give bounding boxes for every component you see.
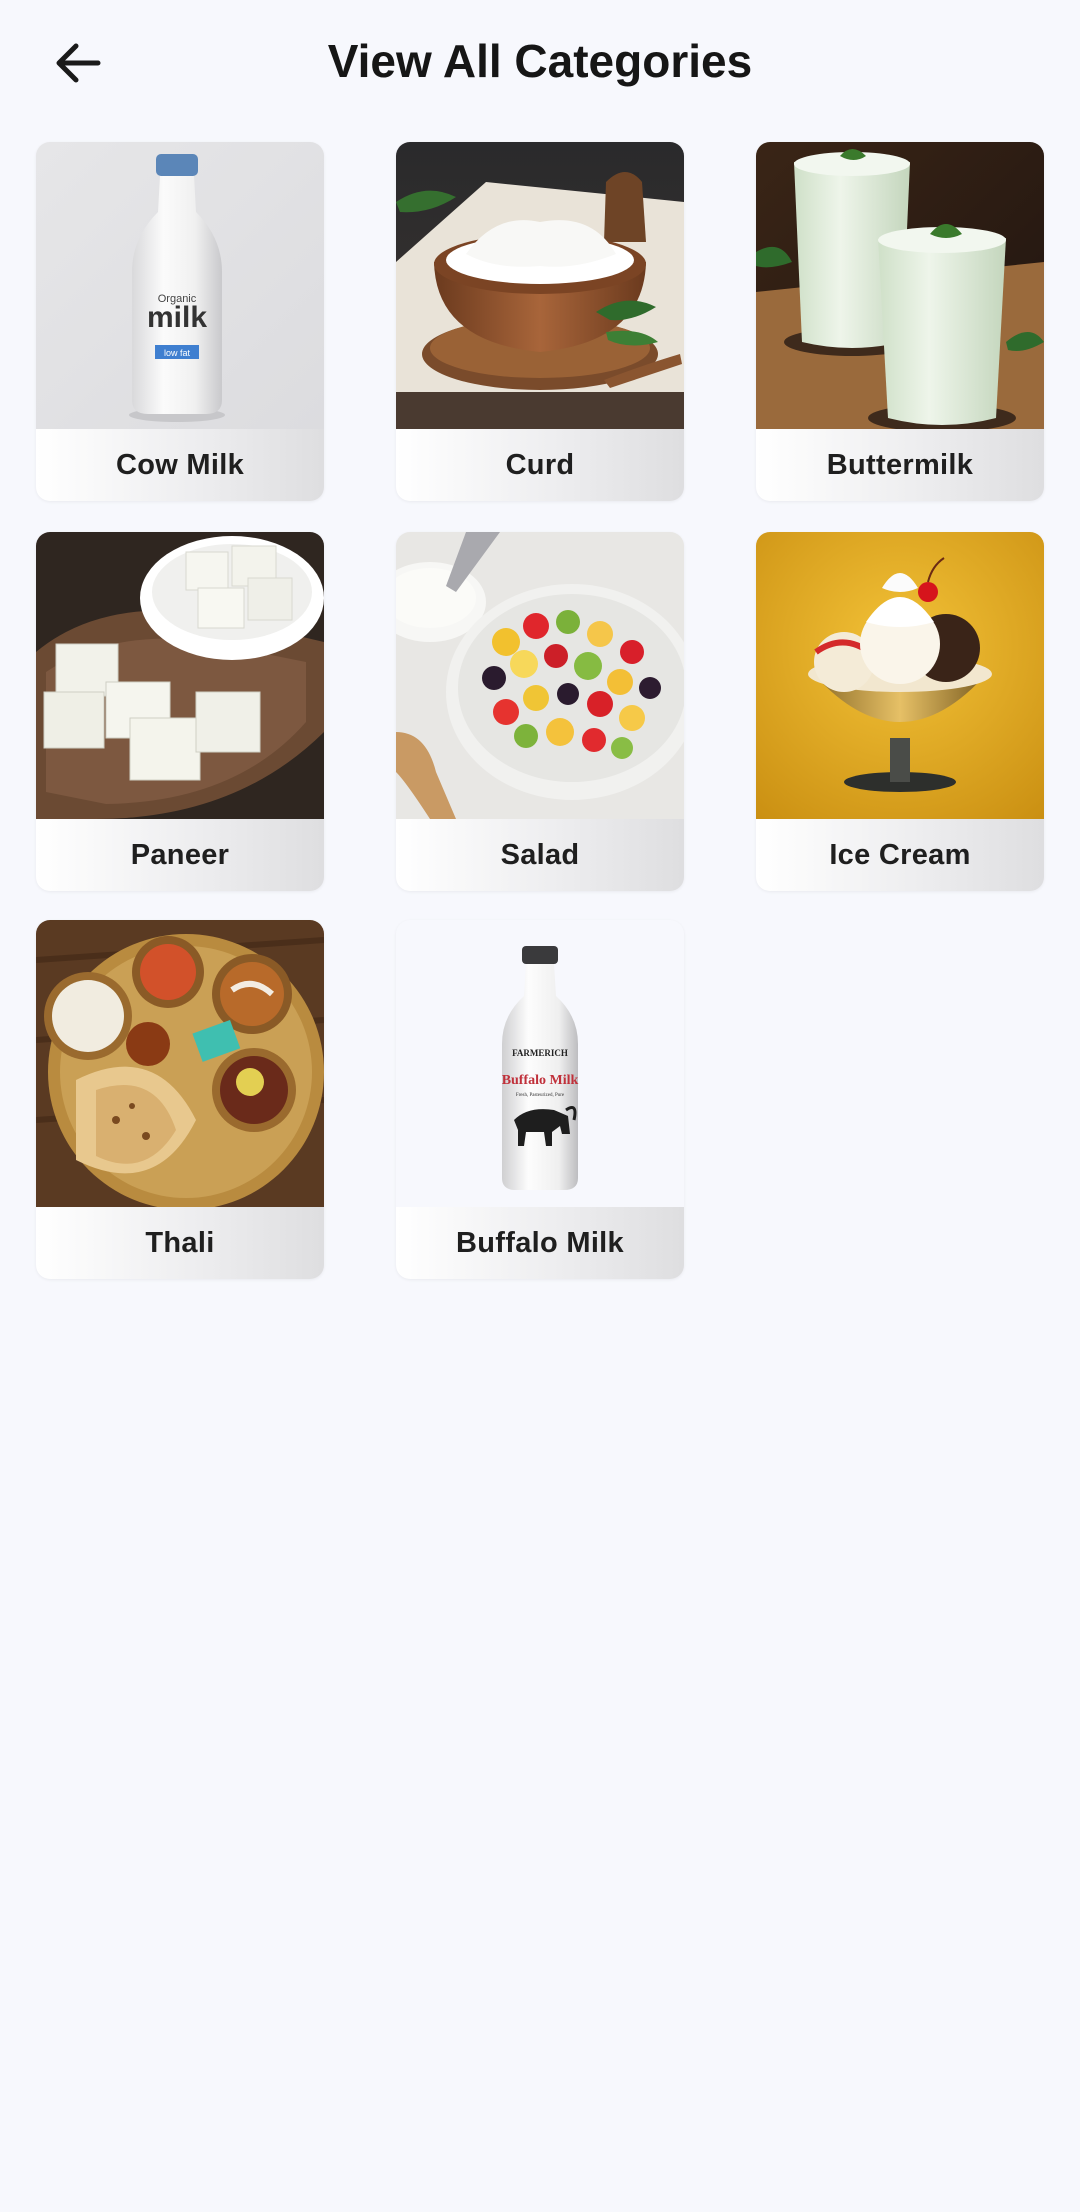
category-card-paneer[interactable]: Paneer	[36, 532, 324, 891]
page-title: View All Categories	[327, 35, 753, 87]
category-label: Thali	[36, 1207, 324, 1279]
svg-text:milk: milk	[147, 301, 207, 334]
svg-text:Fresh, Pasteurized, Pure: Fresh, Pasteurized, Pure	[516, 1093, 565, 1098]
category-label: Salad	[396, 819, 684, 891]
category-card-salad[interactable]: Salad	[396, 532, 684, 891]
buffalo-milk-image: FARMERICH Buffalo Milk Fresh, Pasteurize…	[396, 920, 684, 1207]
category-card-cow-milk[interactable]: Organic milk low fat Cow Milk	[36, 142, 324, 501]
category-label: Buttermilk	[756, 429, 1044, 501]
category-label: Buffalo Milk	[396, 1207, 684, 1279]
buttermilk-image	[756, 142, 1044, 429]
salad-image	[396, 532, 684, 819]
svg-text:Buffalo Milk: Buffalo Milk	[502, 1073, 579, 1088]
ice-cream-image	[756, 532, 1044, 819]
category-card-buffalo-milk[interactable]: FARMERICH Buffalo Milk Fresh, Pasteurize…	[396, 920, 684, 1279]
category-card-thali[interactable]: Thali	[36, 920, 324, 1279]
thali-image	[36, 920, 324, 1207]
header: View All Categories	[0, 0, 1080, 130]
category-card-ice-cream[interactable]: Ice Cream	[756, 532, 1044, 891]
category-label: Paneer	[36, 819, 324, 891]
curd-image	[396, 142, 684, 429]
cow-milk-image: Organic milk low fat	[36, 142, 324, 429]
category-label: Ice Cream	[756, 819, 1044, 891]
svg-text:low fat: low fat	[164, 348, 191, 358]
category-card-buttermilk[interactable]: Buttermilk	[756, 142, 1044, 501]
category-label: Curd	[396, 429, 684, 501]
category-label: Cow Milk	[36, 429, 324, 501]
paneer-image	[36, 532, 324, 819]
svg-text:FARMERICH: FARMERICH	[512, 1048, 568, 1058]
category-card-curd[interactable]: Curd	[396, 142, 684, 501]
